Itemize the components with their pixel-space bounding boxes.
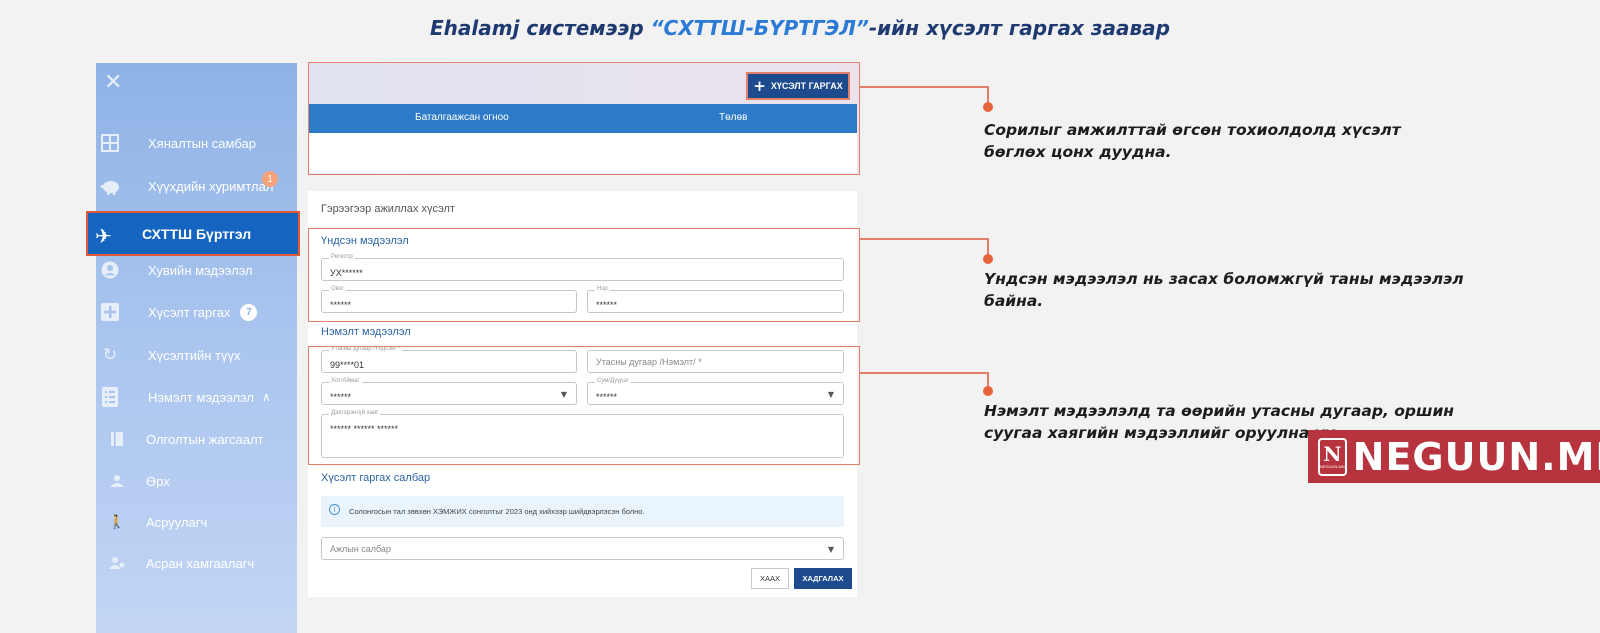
sidebar-item-additional-info[interactable]: Нэмэлт мэдээлэл ∧ [96, 380, 297, 414]
sidebar-item-label: Хувийн мэдээлэл [148, 262, 253, 278]
sidebar-item-label: Олголтын жагсаалт [146, 431, 264, 447]
callout-1: Сорилыг амжилттай өгсөн тохиолдолд хүсэл… [984, 121, 1401, 161]
logo-text: NEGUUN.MN [1320, 464, 1345, 469]
column-header-status[interactable]: Төлөв [719, 112, 747, 123]
title-part1: Ehalamj системээр [430, 16, 651, 40]
title-part2: -ийн хүсэлт гаргах заавар [868, 16, 1170, 40]
sidebar: ✕ Хяналтын самбар Хүүхдийн хуримтлал 1 Х… [96, 63, 297, 633]
create-request-button[interactable]: + ХҮСЭЛТ ГАРГАХ [746, 72, 850, 100]
sidebar-item-personal-info[interactable]: Хувийн мэдээлэл [96, 253, 297, 287]
airplane-icon: ✈ [95, 223, 112, 248]
sidebar-item-request-history[interactable]: ↻ Хүсэлтийн түүх [96, 338, 297, 372]
list-icon [99, 386, 121, 408]
callout-2: Үндсэн мэдээлэл нь засах боломжгүй таны … [984, 270, 1464, 310]
connector-line [860, 238, 988, 240]
connector-line [860, 372, 988, 374]
sidebar-item-label: Асран хамгаалагч [146, 555, 255, 571]
sidebar-item-label: Асруулагч [146, 514, 208, 530]
sidebar-item-label: Хяналтын самбар [148, 135, 256, 151]
sidebar-item-label: Нэмэлт мэдээлэл [148, 389, 254, 405]
user-icon [99, 259, 121, 281]
cancel-button[interactable]: ХААХ [751, 568, 789, 589]
connector-line [860, 86, 988, 88]
sidebar-item-label: СХТТШ Бүртгэл [142, 225, 252, 242]
sidebar-item-caregiver[interactable]: 🚶 Асруулагч [96, 505, 297, 539]
save-button[interactable]: ХАДГАЛАХ [794, 568, 852, 589]
branch-placeholder: Ажлын салбар [330, 544, 391, 554]
piggy-bank-icon [99, 175, 121, 197]
sidebar-item-label: Хүсэлтийн түүх [148, 347, 241, 363]
plus-icon [99, 301, 121, 323]
table-body [309, 133, 857, 173]
section-branch: Хүсэлт гаргах салбар [321, 472, 431, 484]
sidebar-item-child-savings[interactable]: Хүүхдийн хуримтлал 1 [96, 169, 297, 203]
watermark-text: NEGUUN.MN [1352, 434, 1600, 479]
guardian-icon [109, 555, 125, 571]
title-highlight: “СХТТШ-БҮРТГЭЛ” [650, 16, 869, 40]
count-badge: 7 [240, 303, 258, 321]
highlight-basic-info [308, 228, 860, 322]
sidebar-item-label: Хүсэлт гаргах [148, 304, 231, 320]
sidebar-item-guardian[interactable]: Асран хамгаалагч [96, 546, 297, 580]
table-header: Баталгаажсан огноо Төлөв [309, 104, 857, 133]
page-title: Ehalamj системээр “СХТТШ-БҮРТГЭЛ”-ийн хү… [0, 16, 1600, 40]
notification-badge: 1 [262, 171, 278, 187]
sidebar-item-make-request[interactable]: Хүсэлт гаргах 7 [96, 295, 297, 329]
requests-panel: + ХҮСЭЛТ ГАРГАХ Баталгаажсан огноо Төлөв [308, 62, 860, 175]
section-extra-info: Нэмэлт мэдээлэл [321, 326, 411, 338]
dashboard-icon [99, 132, 121, 154]
highlight-extra-info [308, 346, 860, 465]
sidebar-item-dashboard[interactable]: Хяналтын самбар [96, 126, 297, 160]
plus-icon: + [753, 77, 766, 95]
site-logo-icon: N NEGUUN.MN [1318, 437, 1347, 476]
sidebar-item-payment-list[interactable]: Олголтын жагсаалт [96, 422, 297, 456]
create-request-label: ХҮСЭЛТ ГАРГАХ [770, 81, 843, 91]
sidebar-item-household[interactable]: Өрх [96, 464, 297, 498]
walking-person-icon: 🚶 [108, 514, 126, 530]
callout-dot [983, 386, 993, 396]
chevron-up-icon: ∧ [261, 390, 271, 404]
info-text: Солонгосын тал зөвхөн ХЭМЖИХ сонголтыг 2… [349, 507, 645, 516]
history-icon: ↻ [102, 345, 118, 365]
callout-dot [983, 102, 993, 112]
close-icon[interactable]: ✕ [104, 71, 124, 95]
branch-select[interactable]: Ажлын салбар ▼ [321, 537, 844, 560]
household-icon [109, 473, 125, 489]
sidebar-item-label: Хүүхдийн хуримтлал [148, 178, 274, 194]
sidebar-item-label: Өрх [146, 473, 170, 489]
dropdown-arrow-icon: ▼ [827, 545, 834, 554]
document-icon [109, 431, 125, 447]
watermark: N NEGUUN.MN NEGUUN.MN [1308, 430, 1600, 483]
form-heading: Гэрээгээр ажиллах хүсэлт [321, 203, 455, 215]
callout-dot [983, 254, 993, 264]
column-header-confirmed-date[interactable]: Баталгаажсан огноо [415, 112, 509, 123]
info-alert: i Солонгосын тал зөвхөн ХЭМЖИХ сонголтыг… [321, 496, 844, 527]
info-icon: i [329, 504, 340, 515]
sidebar-item-schtts-registration[interactable]: ✈ СХТТШ Бүртгэл [86, 211, 300, 256]
